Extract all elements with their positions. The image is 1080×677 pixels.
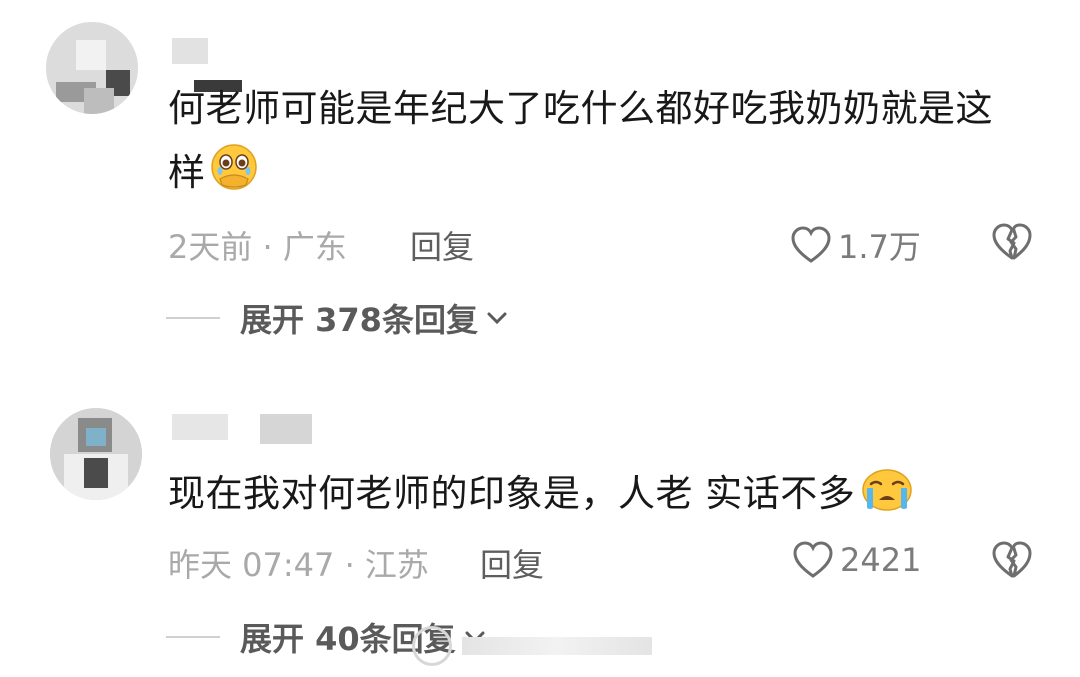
watermark-logo-icon	[412, 626, 452, 666]
avatar[interactable]	[50, 408, 142, 500]
watermark	[412, 626, 652, 666]
holding-back-tears-emoji	[210, 143, 258, 211]
broken-heart-icon	[992, 541, 1032, 578]
expand-replies-label: 展开 378条回复	[240, 301, 478, 339]
username-blurred[interactable]	[172, 414, 322, 444]
heart-icon	[793, 541, 833, 578]
comment-body: 现在我对何老师的印象是，人老 实话不多	[168, 472, 856, 515]
username-blurred[interactable]	[172, 38, 292, 92]
like-button[interactable]: 1.7万	[790, 222, 921, 268]
like-count: 2421	[840, 541, 922, 579]
comment-text: 现在我对何老师的印象是，人老 实话不多	[168, 462, 1008, 532]
reply-button[interactable]: 回复	[410, 222, 474, 268]
expand-replies-button[interactable]: 展开 378条回复	[166, 295, 508, 341]
divider-line	[166, 317, 220, 319]
loudly-crying-emoji	[859, 464, 915, 532]
comment-body: 何老师可能是年纪大了吃什么都好吃我奶奶就是这样	[168, 87, 993, 194]
heart-icon	[791, 226, 831, 263]
comment-meta: 昨天 07:47 · 江苏	[168, 546, 429, 584]
like-count: 1.7万	[838, 228, 921, 266]
reply-button[interactable]: 回复	[480, 540, 544, 586]
chevron-down-icon	[487, 312, 507, 325]
dislike-button[interactable]	[990, 222, 1034, 266]
avatar[interactable]	[46, 22, 138, 114]
comment-meta: 2天前 · 广东	[168, 228, 347, 266]
like-button[interactable]: 2421	[792, 540, 921, 580]
divider-line	[166, 636, 220, 638]
comment-text: 何老师可能是年纪大了吃什么都好吃我奶奶就是这样	[168, 77, 1008, 211]
dislike-button[interactable]	[990, 540, 1034, 584]
watermark-blur	[462, 637, 652, 655]
broken-heart-icon	[992, 223, 1032, 260]
